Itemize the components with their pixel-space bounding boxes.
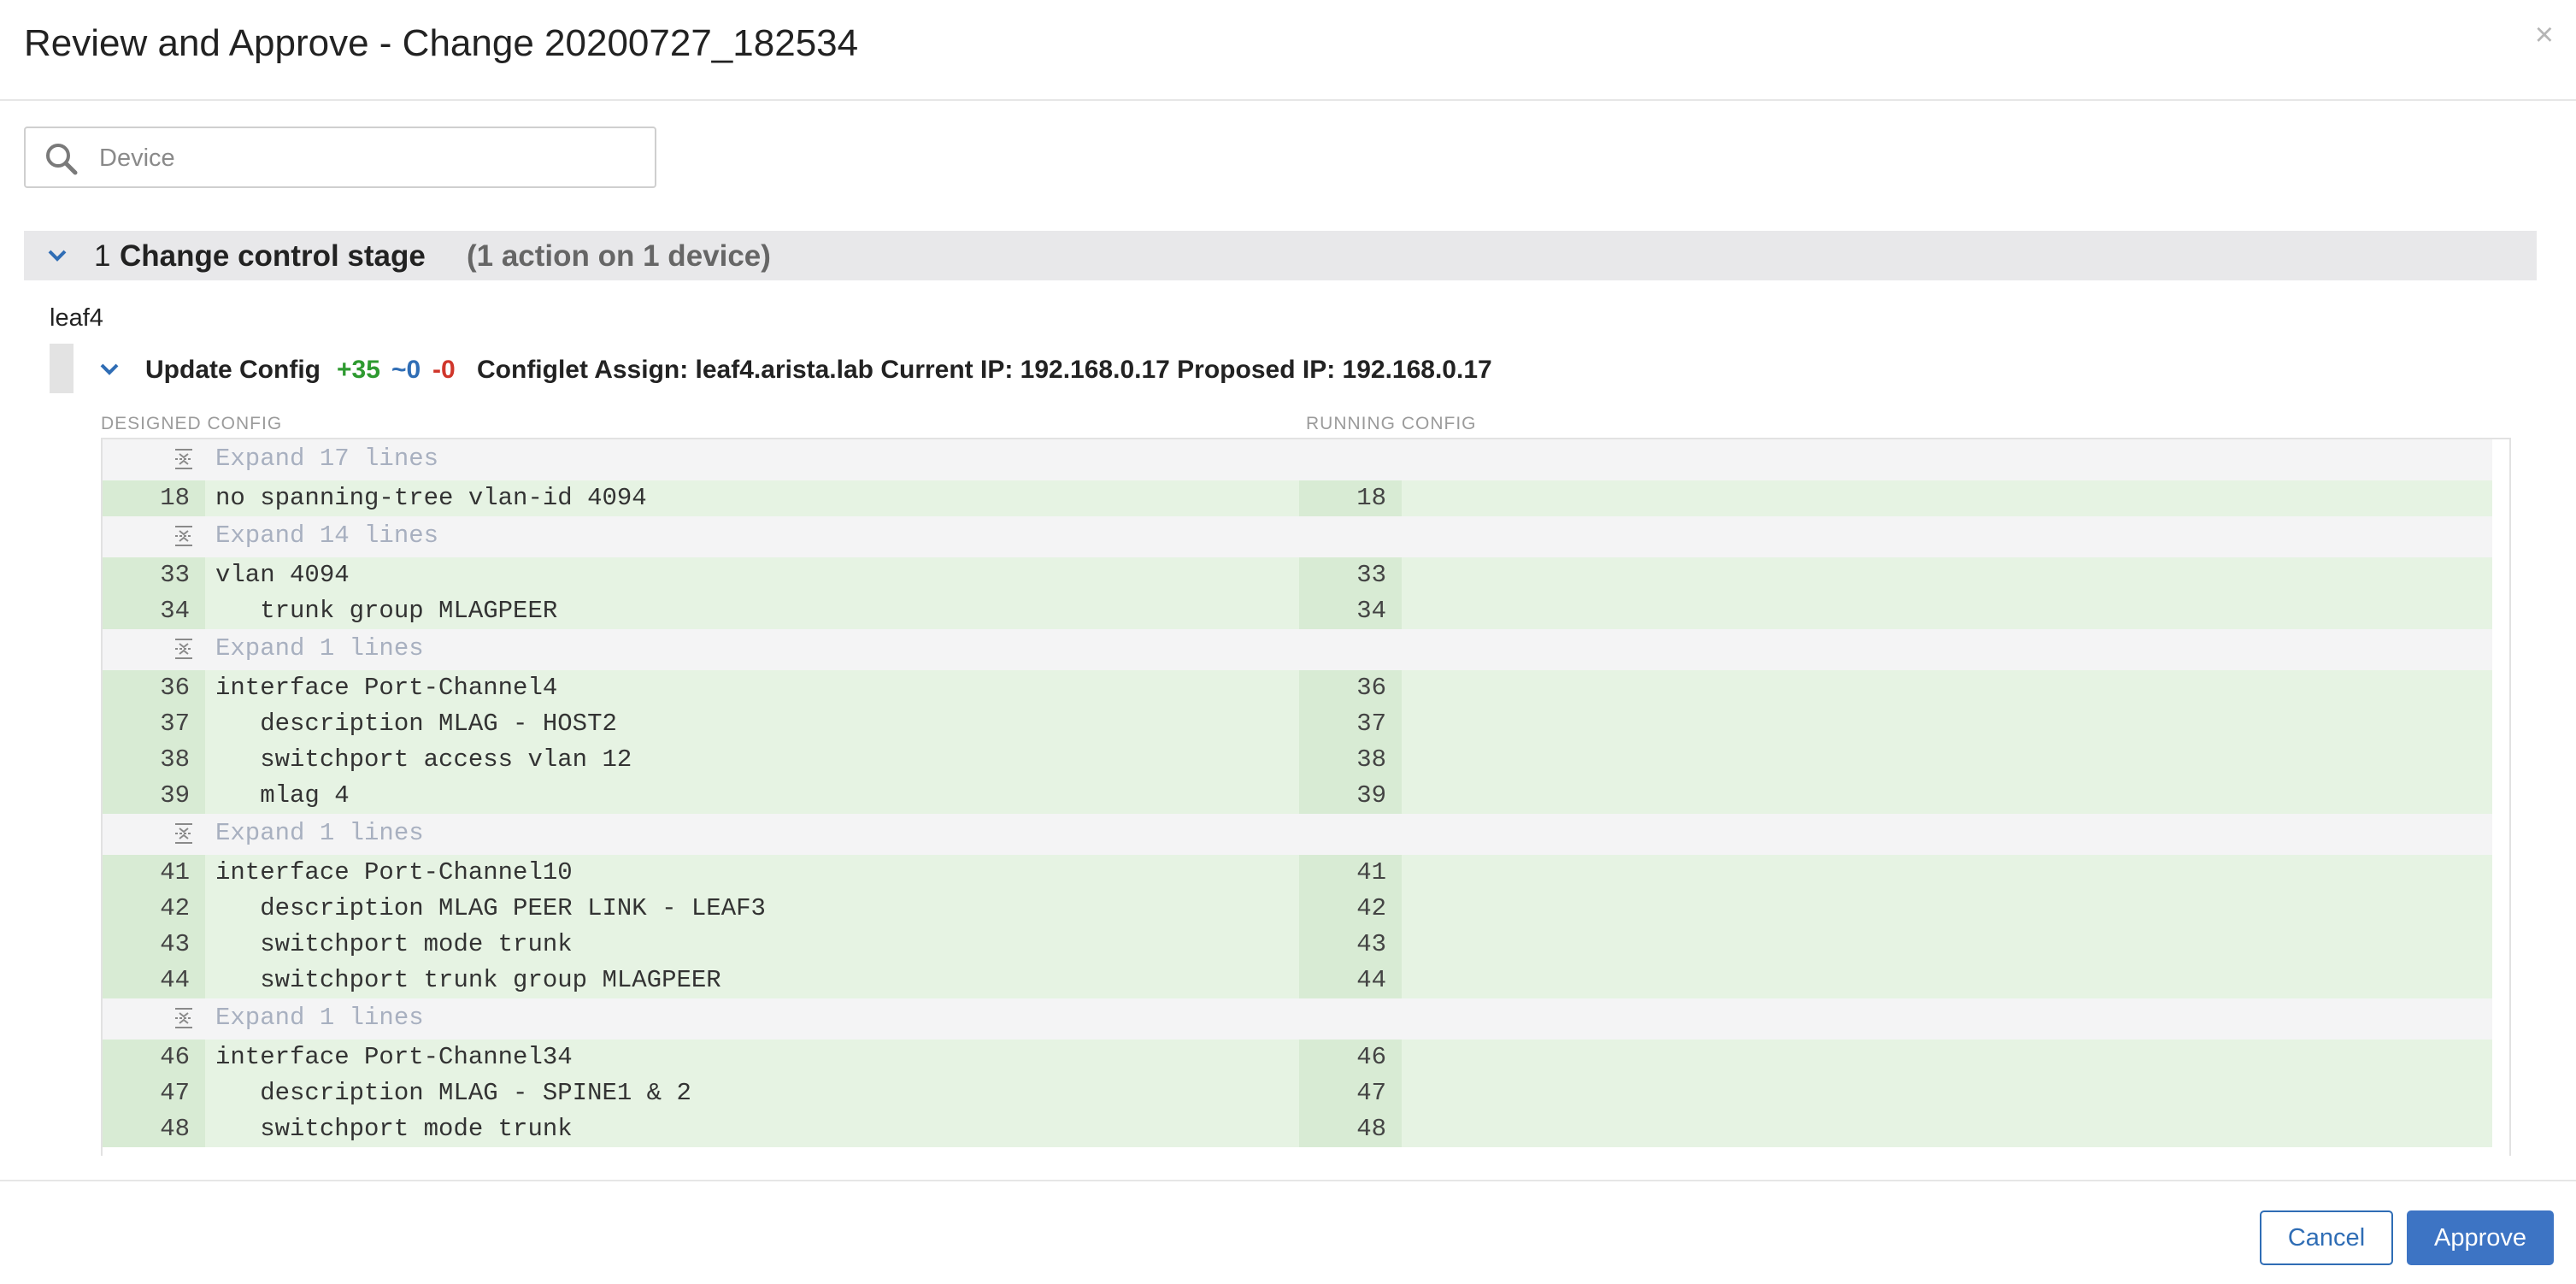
expand-lines-row[interactable]: Expand 17 lines: [103, 439, 2492, 480]
running-line-number: 42: [1299, 891, 1402, 927]
diff-line: 18 no spanning-tree vlan-id 4094 18: [103, 480, 2492, 516]
designed-line-number: 41: [103, 855, 205, 891]
expand-icon[interactable]: [173, 448, 195, 470]
expand-icon[interactable]: [173, 1007, 195, 1029]
running-config-header: RUNNING CONFIG: [1306, 414, 1477, 433]
running-line-number: 39: [1299, 778, 1402, 814]
config-line-text: description MLAG - SPINE1 & 2: [215, 1079, 691, 1107]
diff-line: 43 switchport mode trunk 43: [103, 927, 2492, 963]
cancel-button[interactable]: Cancel: [2260, 1210, 2393, 1265]
expand-lines-link[interactable]: Expand 1 lines: [215, 1004, 424, 1032]
expand-lines-link[interactable]: Expand 17 lines: [215, 445, 438, 473]
lines-removed: -0: [432, 356, 456, 384]
config-line-text: switchport access vlan 12: [215, 745, 632, 774]
config-diff[interactable]: Expand 17 lines 18 no spanning-tree vlan-i…: [101, 438, 2511, 1156]
config-line-text: description MLAG - HOST2: [215, 710, 617, 738]
designed-line-number: 18: [103, 480, 205, 516]
diff-line: 46 interface Port-Channel34 46: [103, 1040, 2492, 1075]
close-icon[interactable]: ×: [2535, 19, 2554, 51]
action-name: Update Config: [145, 356, 321, 384]
expand-lines-row[interactable]: Expand 1 lines: [103, 629, 2492, 670]
config-line-text: vlan 4094: [215, 561, 350, 589]
diff-line: 47 description MLAG - SPINE1 & 2 47: [103, 1075, 2492, 1111]
expand-lines-link[interactable]: Expand 1 lines: [215, 634, 424, 663]
diff-line: 37 description MLAG - HOST2 37: [103, 706, 2492, 742]
config-line-text: switchport trunk group MLAGPEER: [215, 966, 721, 994]
designed-line-number: 37: [103, 706, 205, 742]
designed-line-number: 34: [103, 593, 205, 629]
designed-line-number: 47: [103, 1075, 205, 1111]
lines-added: +35: [337, 356, 380, 384]
designed-line-number: 39: [103, 778, 205, 814]
expand-icon[interactable]: [173, 822, 195, 845]
diff-line: 33 vlan 4094 33: [103, 557, 2492, 593]
chevron-down-icon[interactable]: [43, 241, 72, 270]
running-line-number: 41: [1299, 855, 1402, 891]
action-row[interactable]: Update Config +35 ~0 -0 Configlet Assign…: [50, 344, 2545, 393]
running-line-number: 38: [1299, 742, 1402, 778]
designed-line-number: 43: [103, 927, 205, 963]
stage-summary: (1 action on 1 device): [467, 239, 771, 273]
diff-line: 34 trunk group MLAGPEER 34: [103, 593, 2492, 629]
running-line-number: 43: [1299, 927, 1402, 963]
config-line-text: description MLAG PEER LINK - LEAF3: [215, 894, 766, 922]
chevron-down-icon[interactable]: [96, 356, 123, 383]
designed-line-number: 48: [103, 1111, 205, 1147]
diff-line: 38 switchport access vlan 12 38: [103, 742, 2492, 778]
modal-footer: Cancel Approve: [0, 1180, 2576, 1284]
expand-lines-row[interactable]: Expand 1 lines: [103, 814, 2492, 855]
config-line-text: interface Port-Channel10: [215, 858, 573, 886]
running-line-number: 34: [1299, 593, 1402, 629]
expand-icon[interactable]: [173, 525, 195, 547]
device-search[interactable]: [24, 127, 656, 188]
action-detail: Configlet Assign: leaf4.arista.lab Curre…: [477, 356, 1492, 384]
lines-modified: ~0: [391, 356, 421, 384]
designed-line-number: 44: [103, 963, 205, 998]
config-line-text: interface Port-Channel34: [215, 1043, 573, 1071]
device-name: leaf4: [50, 304, 103, 332]
expand-lines-row[interactable]: Expand 14 lines: [103, 516, 2492, 557]
search-icon: [46, 144, 78, 175]
running-line-number: 18: [1299, 480, 1402, 516]
diff-line: 36 interface Port-Channel4 36: [103, 670, 2492, 706]
expand-lines-link[interactable]: Expand 14 lines: [215, 521, 438, 550]
expand-icon[interactable]: [173, 638, 195, 660]
running-line-number: 48: [1299, 1111, 1402, 1147]
designed-line-number: 33: [103, 557, 205, 593]
designed-line-number: 36: [103, 670, 205, 706]
expand-lines-row[interactable]: Expand 1 lines: [103, 998, 2492, 1040]
config-line-text: trunk group MLAGPEER: [215, 597, 558, 625]
running-line-number: 36: [1299, 670, 1402, 706]
modal-title: Review and Approve - Change 20200727_182…: [24, 22, 859, 64]
config-line-text: no spanning-tree vlan-id 4094: [215, 484, 647, 512]
search-input[interactable]: [99, 138, 629, 178]
config-line-text: switchport mode trunk: [215, 1115, 573, 1143]
action-indicator: [50, 344, 74, 393]
designed-config-header: DESIGNED CONFIG: [101, 414, 283, 433]
running-line-number: 37: [1299, 706, 1402, 742]
designed-line-number: 38: [103, 742, 205, 778]
stage-number: 1: [94, 239, 111, 273]
designed-line-number: 42: [103, 891, 205, 927]
running-line-number: 33: [1299, 557, 1402, 593]
approve-button[interactable]: Approve: [2407, 1210, 2554, 1265]
config-line-text: mlag 4: [215, 781, 350, 810]
stage-label: Change control stage: [120, 239, 426, 273]
running-line-number: 46: [1299, 1040, 1402, 1075]
expand-lines-link[interactable]: Expand 1 lines: [215, 819, 424, 847]
diff-line: 48 switchport mode trunk 48: [103, 1111, 2492, 1147]
running-line-number: 44: [1299, 963, 1402, 998]
diff-line: 39 mlag 4 39: [103, 778, 2492, 814]
config-line-text: interface Port-Channel4: [215, 674, 558, 702]
designed-line-number: 46: [103, 1040, 205, 1075]
running-line-number: 47: [1299, 1075, 1402, 1111]
change-control-stage[interactable]: 1 Change control stage (1 action on 1 de…: [24, 231, 2537, 280]
modal-header: Review and Approve - Change 20200727_182…: [0, 0, 2576, 101]
config-line-text: switchport mode trunk: [215, 930, 573, 958]
diff-line: 41 interface Port-Channel10 41: [103, 855, 2492, 891]
diff-line: 42 description MLAG PEER LINK - LEAF3 42: [103, 891, 2492, 927]
diff-line: 44 switchport trunk group MLAGPEER 44: [103, 963, 2492, 998]
